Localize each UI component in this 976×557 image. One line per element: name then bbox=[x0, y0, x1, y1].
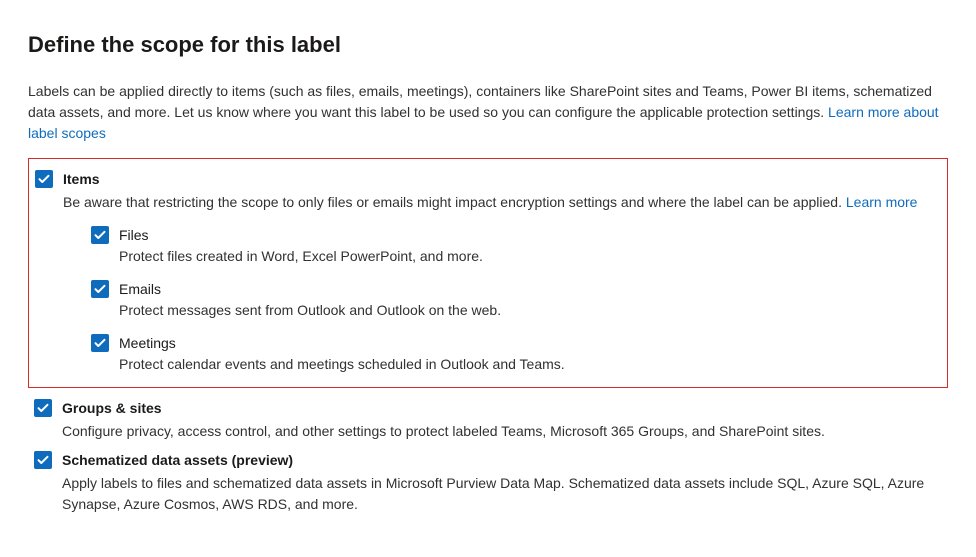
learn-more-items-link[interactable]: Learn more bbox=[846, 194, 918, 210]
scope-schematized-desc: Apply labels to files and schematized da… bbox=[62, 475, 924, 512]
scope-groups-row: Groups & sites Configure privacy, access… bbox=[28, 398, 948, 442]
checkbox-meetings[interactable] bbox=[91, 334, 109, 352]
check-icon bbox=[94, 229, 106, 241]
sub-emails-label: Emails bbox=[119, 279, 501, 300]
scope-items-label: Items bbox=[63, 169, 939, 190]
checkbox-files[interactable] bbox=[91, 226, 109, 244]
sub-item-files: Files Protect files created in Word, Exc… bbox=[91, 225, 939, 267]
sub-item-meetings: Meetings Protect calendar events and mee… bbox=[91, 333, 939, 375]
check-icon bbox=[38, 173, 50, 185]
check-icon bbox=[37, 454, 49, 466]
checkbox-groups[interactable] bbox=[34, 399, 52, 417]
sub-meetings-desc: Protect calendar events and meetings sch… bbox=[119, 356, 565, 372]
sub-files-label: Files bbox=[119, 225, 483, 246]
page-title: Define the scope for this label bbox=[28, 28, 948, 61]
sub-meetings-label: Meetings bbox=[119, 333, 565, 354]
items-highlight-box: Items Be aware that restricting the scop… bbox=[28, 158, 948, 388]
scope-schematized-label: Schematized data assets (preview) bbox=[62, 450, 948, 471]
scopes-list: Groups & sites Configure privacy, access… bbox=[28, 398, 948, 515]
intro-paragraph: Labels can be applied directly to items … bbox=[28, 81, 948, 144]
check-icon bbox=[37, 402, 49, 414]
scope-groups-desc: Configure privacy, access control, and o… bbox=[62, 423, 825, 439]
sub-item-emails: Emails Protect messages sent from Outloo… bbox=[91, 279, 939, 321]
items-sub-list: Files Protect files created in Word, Exc… bbox=[63, 225, 939, 375]
scope-items-desc: Be aware that restricting the scope to o… bbox=[63, 194, 846, 210]
scope-schematized-row: Schematized data assets (preview) Apply … bbox=[28, 450, 948, 515]
sub-emails-desc: Protect messages sent from Outlook and O… bbox=[119, 302, 501, 318]
sub-files-desc: Protect files created in Word, Excel Pow… bbox=[119, 248, 483, 264]
checkbox-schematized[interactable] bbox=[34, 451, 52, 469]
scope-items-row: Items Be aware that restricting the scop… bbox=[35, 169, 939, 375]
checkbox-items[interactable] bbox=[35, 170, 53, 188]
checkbox-emails[interactable] bbox=[91, 280, 109, 298]
scope-groups-label: Groups & sites bbox=[62, 398, 948, 419]
check-icon bbox=[94, 283, 106, 295]
check-icon bbox=[94, 337, 106, 349]
intro-text: Labels can be applied directly to items … bbox=[28, 83, 932, 120]
